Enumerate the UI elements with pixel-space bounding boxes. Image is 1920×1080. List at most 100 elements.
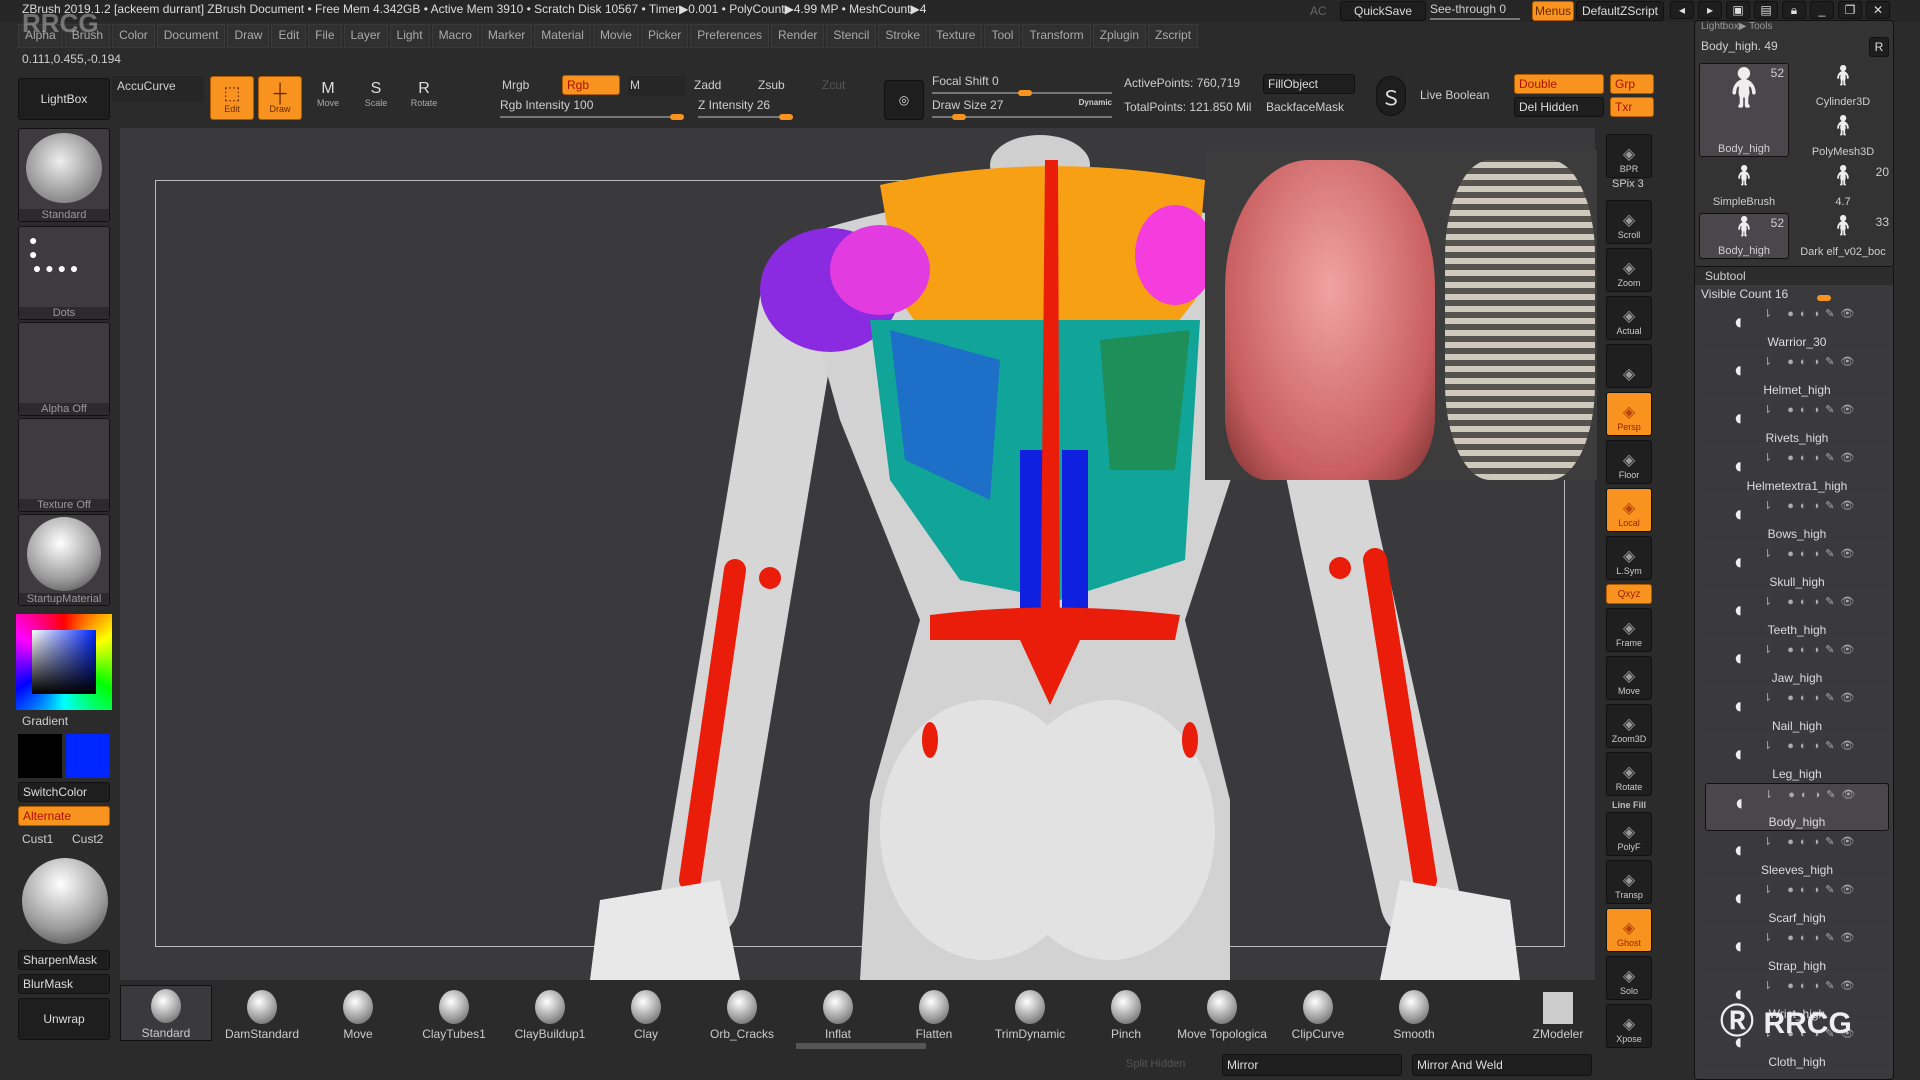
subtool-item[interactable]: ◖ ⇂ ●◐◑✎👁︎ Helmet_high: [1705, 351, 1889, 399]
shelf-rotate-icon: ◈: [1622, 764, 1636, 781]
subtool-toggle-icons[interactable]: ⇂ ●◐◑✎👁︎: [1763, 595, 1860, 608]
shelf-button-frame[interactable]: ◈ Frame: [1606, 608, 1652, 652]
lightbox-tools-link[interactable]: Lightbox▶ Tools: [1695, 21, 1893, 35]
subtool-name: Sleeves_high: [1760, 863, 1834, 877]
shelf-zoom-icon: ◈: [1622, 260, 1636, 277]
shelf-button-scroll[interactable]: ◈ Scroll: [1606, 200, 1652, 244]
r-button[interactable]: R: [1869, 37, 1889, 57]
brush-move-topologica[interactable]: Move Topologica: [1176, 985, 1268, 1041]
subtool-toggle-icons[interactable]: ⇂ ●◐◑✎👁︎: [1763, 499, 1860, 512]
watermark-logo: Ⓡ RRCG: [1720, 1003, 1852, 1041]
brush-label: DamStandard: [224, 1027, 300, 1041]
brush-clipcurve[interactable]: ClipCurve: [1272, 985, 1364, 1041]
shelf-button-zoom3d[interactable]: ◈ Zoom3D: [1606, 704, 1652, 748]
shelf-label: Frame: [1615, 638, 1642, 648]
subtool-toggle-icons[interactable]: ⇂ ●◐◑✎👁︎: [1763, 835, 1860, 848]
subtool-item[interactable]: ◖ ⇂ ●◐◑✎👁︎ Body_high: [1705, 783, 1889, 831]
subtool-name: Body_high: [1768, 815, 1826, 829]
subtool-toggle-icons[interactable]: ⇂ ●◐◑✎👁︎: [1763, 547, 1860, 560]
subtool-item[interactable]: ◖ ⇂ ●◐◑✎👁︎ Nail_high: [1705, 687, 1889, 735]
shelf-button-persp[interactable]: ◈ Persp: [1606, 392, 1652, 436]
shelf-button-lock[interactable]: ◈: [1606, 344, 1652, 388]
tool-item[interactable]: 🧍︎ PolyMesh3D: [1793, 113, 1893, 159]
brush-label: Pinch: [1110, 1027, 1142, 1041]
split-hidden-button[interactable]: Split Hidden: [1126, 1058, 1185, 1070]
tool-name: 4.7: [1835, 196, 1851, 208]
shelf-label: Solo: [1619, 986, 1638, 996]
brush-damstandard[interactable]: DamStandard: [216, 985, 308, 1041]
shelf-button-rotate[interactable]: ◈ Rotate: [1606, 752, 1652, 796]
shelf-button-floor[interactable]: ◈ Floor: [1606, 440, 1652, 484]
tool-item[interactable]: 🧍︎ Dark elf_v02_boc 33: [1793, 213, 1893, 259]
brush-trimdynamic[interactable]: TrimDynamic: [984, 985, 1076, 1041]
shelf-button-lsym[interactable]: ◈ L.Sym: [1606, 536, 1652, 580]
brush-standard[interactable]: Standard: [120, 985, 212, 1041]
subtool-item[interactable]: ◖ ⇂ ●◐◑✎👁︎ Rivets_high: [1705, 399, 1889, 447]
current-tool-slider[interactable]: Body_high. 49 R: [1695, 35, 1893, 61]
shelf-resize-handle[interactable]: [796, 1043, 926, 1049]
shelf-button-polyf[interactable]: ◈ PolyF: [1606, 812, 1652, 856]
subtool-toggle-icons[interactable]: ⇂ ●◐◑✎👁︎: [1763, 691, 1860, 704]
shelf-button-move[interactable]: ◈ Move: [1606, 656, 1652, 700]
tool-item[interactable]: 🧍︎ Body_high 52: [1699, 63, 1789, 157]
subtool-toggle-icons[interactable]: ⇂ ●◐◑✎👁︎: [1763, 355, 1860, 368]
reference-image: [1205, 150, 1597, 480]
line-fill-toggle[interactable]: Line Fill: [1606, 800, 1652, 810]
subtool-toggle-icons[interactable]: ⇂ ●◐◑✎👁︎: [1763, 931, 1860, 944]
shelf-button-ghost[interactable]: ◈ Ghost: [1606, 908, 1652, 952]
shelf-button-solo[interactable]: ◈ Solo: [1606, 956, 1652, 1000]
brush-flatten[interactable]: Flatten: [888, 985, 980, 1041]
brush-pinch[interactable]: Pinch: [1080, 985, 1172, 1041]
subtool-toggle-icons[interactable]: ⇂ ●◐◑✎👁︎: [1763, 307, 1860, 320]
spix-slider[interactable]: SPix 3: [1612, 178, 1644, 190]
qxyz-button[interactable]: Qxyz: [1606, 584, 1652, 604]
brush-label: Inflat: [824, 1027, 851, 1041]
brush-orb_cracks[interactable]: Orb_Cracks: [696, 985, 788, 1041]
subtool-item[interactable]: ◖ ⇂ ●◐◑✎👁︎ Scarf_high: [1705, 879, 1889, 927]
subtool-toggle-icons[interactable]: ⇂ ●◐◑✎👁︎: [1763, 739, 1860, 752]
brush-inflat[interactable]: Inflat: [792, 985, 884, 1041]
tool-item[interactable]: 🧍︎ SimpleBrush: [1699, 163, 1789, 209]
visible-count-slider[interactable]: Visible Count 16: [1695, 285, 1893, 303]
brush-label: Standard: [141, 1026, 191, 1040]
subtool-toggle-icons[interactable]: ⇂ ●◐◑✎👁︎: [1764, 788, 1861, 801]
tool-item[interactable]: 🧍︎ Body_high 52: [1699, 213, 1789, 259]
tool-item[interactable]: 🧍︎ 4.7 20: [1793, 163, 1893, 209]
brush-claybuildup1[interactable]: ClayBuildup1: [504, 985, 596, 1041]
subtool-item[interactable]: ◖ ⇂ ●◐◑✎👁︎ Strap_high: [1705, 927, 1889, 975]
subtool-title[interactable]: Subtool: [1695, 267, 1893, 285]
shelf-button-actual[interactable]: ◈ Actual: [1606, 296, 1652, 340]
shelf-button-bpr[interactable]: ◈ BPR: [1606, 134, 1652, 178]
subtool-item[interactable]: ◖ ⇂ ●◐◑✎👁︎ Skull_high: [1705, 543, 1889, 591]
shelf-solo-icon: ◈: [1622, 968, 1636, 985]
brush-shelf: Standard DamStandard Move ClayTubes1 ClayBui…: [120, 985, 1460, 1041]
brush-zmodeler[interactable]: ZModeler: [1512, 985, 1604, 1041]
shelf-button-transp[interactable]: ◈ Transp: [1606, 860, 1652, 904]
shelf-label: Rotate: [1615, 782, 1643, 792]
tool-item[interactable]: 🧍︎ Cylinder3D: [1793, 63, 1893, 109]
subtool-toggle-icons[interactable]: ⇂ ●◐◑✎👁︎: [1763, 883, 1860, 896]
subtool-item[interactable]: ◖ ⇂ ●◐◑✎👁︎ Bows_high: [1705, 495, 1889, 543]
subtool-toggle-icons[interactable]: ⇂ ●◐◑✎👁︎: [1763, 979, 1860, 992]
mirror-and-weld-button[interactable]: Mirror And Weld: [1412, 1054, 1592, 1076]
shelf-button-local[interactable]: ◈ Local: [1606, 488, 1652, 532]
shelf-floor-icon: ◈: [1622, 452, 1636, 469]
subtool-item[interactable]: ◖ ⇂ ●◐◑✎👁︎ Teeth_high: [1705, 591, 1889, 639]
subtool-name: Strap_high: [1767, 959, 1827, 973]
subtool-item[interactable]: ◖ ⇂ ●◐◑✎👁︎ Warrior_30: [1705, 303, 1889, 351]
subtool-item[interactable]: ◖ ⇂ ●◐◑✎👁︎ Leg_high: [1705, 735, 1889, 783]
subtool-item[interactable]: ◖ ⇂ ●◐◑✎👁︎ Sleeves_high: [1705, 831, 1889, 879]
brush-smooth[interactable]: Smooth: [1368, 985, 1460, 1041]
shelf-button-zoom[interactable]: ◈ Zoom: [1606, 248, 1652, 292]
subtool-toggle-icons[interactable]: ⇂ ●◐◑✎👁︎: [1763, 403, 1860, 416]
mirror-button[interactable]: Mirror: [1222, 1054, 1402, 1076]
subtool-item[interactable]: ◖ ⇂ ●◐◑✎👁︎ Helmetextra1_high: [1705, 447, 1889, 495]
subtool-toggle-icons[interactable]: ⇂ ●◐◑✎👁︎: [1763, 643, 1860, 656]
brush-move[interactable]: Move: [312, 985, 404, 1041]
subtool-toggle-icons[interactable]: ⇂ ●◐◑✎👁︎: [1763, 451, 1860, 464]
brush-clay[interactable]: Clay: [600, 985, 692, 1041]
subtool-thumbnail-icon: ◖: [1731, 885, 1745, 910]
subtool-item[interactable]: ◖ ⇂ ●◐◑✎👁︎ Jaw_high: [1705, 639, 1889, 687]
shelf-button-xpose[interactable]: ◈ Xpose: [1606, 1004, 1652, 1048]
brush-claytubes1[interactable]: ClayTubes1: [408, 985, 500, 1041]
